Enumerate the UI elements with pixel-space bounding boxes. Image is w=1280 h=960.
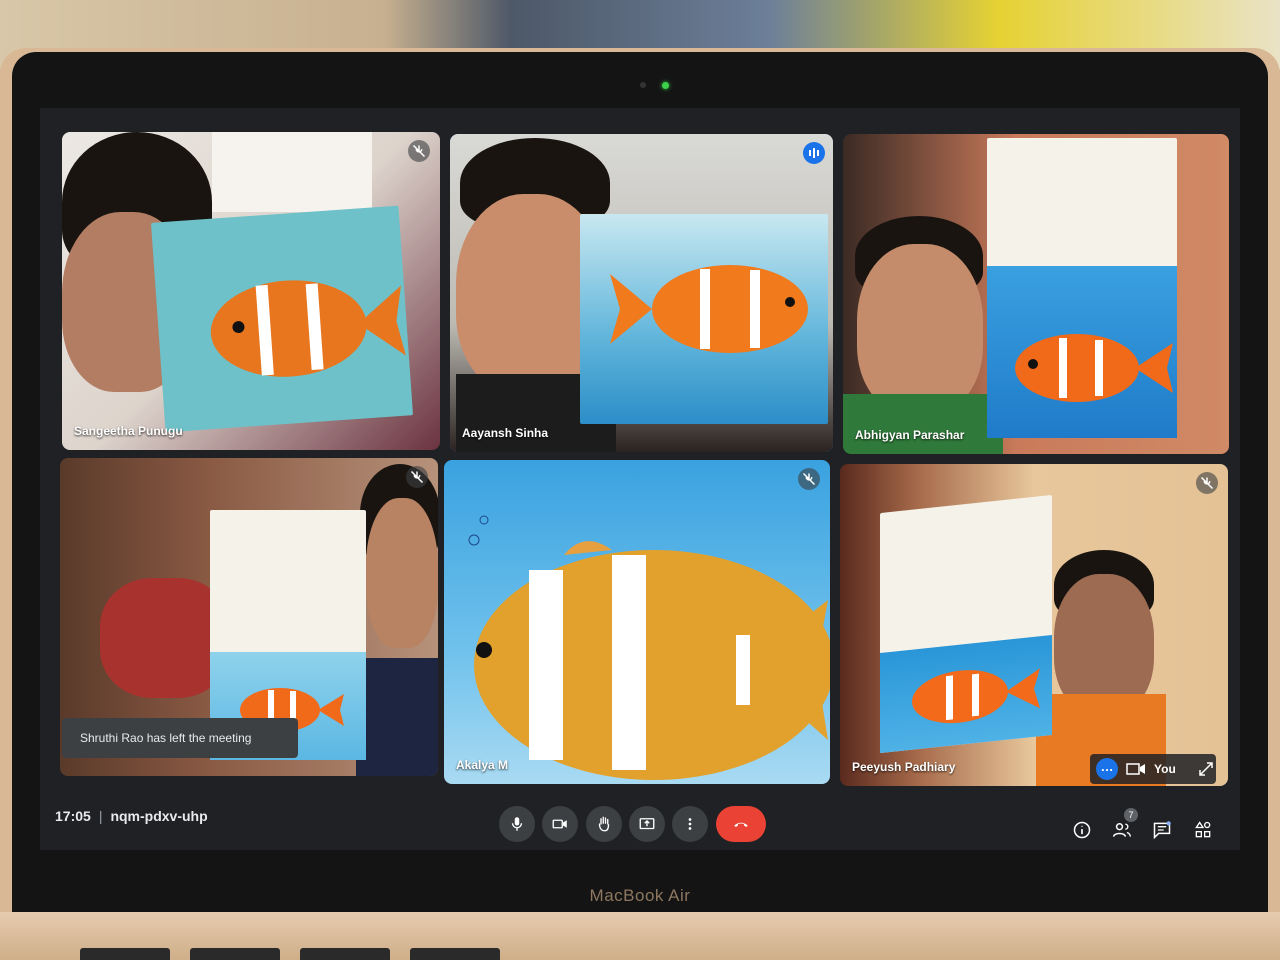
more-options-button[interactable] [672,806,708,842]
participant-name: Aayansh Sinha [462,426,549,440]
camera-button[interactable] [542,806,578,842]
info-icon [1073,821,1091,839]
keyboard-key [300,948,390,960]
sketchbook [150,205,414,433]
clownfish-drawing [1015,334,1173,402]
activities-button[interactable] [1191,818,1215,842]
person [1054,574,1154,714]
clownfish-drawing [912,668,1040,724]
chat-icon [1153,821,1171,840]
meeting-info: 17:05 | nqm-pdxv-uhp [55,808,208,824]
microphone-icon [511,817,523,831]
wall-poster [212,132,372,212]
mic-off-icon [798,468,820,490]
person [366,498,438,648]
clownfish-drawing [210,280,406,377]
keyboard-key [80,948,170,960]
participant-count-badge: 7 [1124,808,1138,822]
self-label: You [1154,762,1176,776]
end-call-icon [734,822,748,827]
participant-tile[interactable]: Akalya M [444,460,830,784]
mic-off-icon [1196,472,1218,494]
raise-hand-button[interactable] [586,806,622,842]
chat-button[interactable] [1150,818,1174,842]
self-view-controls: … You [1090,754,1216,784]
keyboard-key [410,948,500,960]
participant-tile[interactable]: Peeyush Padhiary [840,464,1228,786]
participant-tile[interactable]: Abhigyan Parashar [843,134,1229,454]
sketchbook [987,138,1177,438]
camera-icon[interactable] [1126,762,1146,776]
participant-tile-active-speaker[interactable]: Aayansh Sinha [450,134,833,452]
webcam-lens [640,82,646,88]
activities-icon [1195,821,1211,838]
participant-name: Abhigyan Parashar [855,428,965,442]
speaking-indicator-icon [803,142,825,164]
clothing [843,394,1003,454]
participant-name: Peeyush Padhiary [852,760,956,774]
keyboard-key [190,948,280,960]
sketchbook [580,214,828,424]
clothing [356,658,438,776]
end-call-button[interactable] [716,806,766,842]
clownfish-drawing [468,515,830,780]
person [857,244,983,414]
mic-off-icon [408,140,430,162]
participant-name: Sangeetha Punugu [74,424,183,438]
laptop-brand-label: MacBook Air [589,886,691,905]
divider: | [98,808,103,824]
more-options-icon [688,818,692,830]
webcam-indicator [662,82,669,89]
raise-hand-icon [598,816,610,832]
sketchbook [880,494,1052,754]
clownfish-drawing [610,265,808,353]
people-icon [1112,823,1131,837]
more-options-icon[interactable]: … [1096,758,1118,780]
mic-off-icon [406,466,428,488]
participant-name: Akalya M [456,758,509,772]
meeting-time: 17:05 [55,808,91,824]
meeting-details-button[interactable] [1070,818,1094,842]
present-icon [639,818,655,830]
present-screen-button[interactable] [629,806,665,842]
microphone-button[interactable] [499,806,535,842]
notification-toast: Shruthi Rao has left the meeting [62,718,298,758]
participant-tile[interactable]: Sangeetha Punugu [62,132,440,450]
meeting-code[interactable]: nqm-pdxv-uhp [110,808,207,824]
expand-icon[interactable] [1198,761,1214,777]
camera-icon [552,819,567,829]
